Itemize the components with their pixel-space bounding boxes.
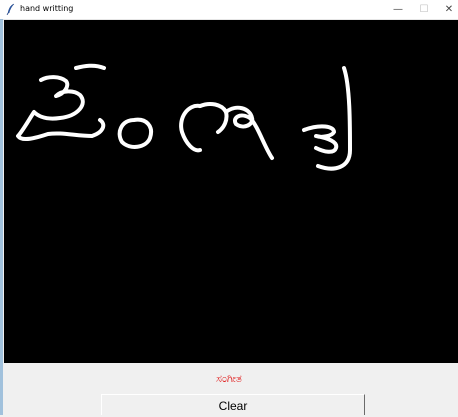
stroke-sa [16, 75, 106, 142]
title-bar[interactable]: hand writting — ☐ ✕ [0, 0, 458, 20]
clear-button[interactable]: Clear [101, 394, 365, 415]
feather-icon [6, 3, 15, 15]
recognized-text: ಸಂಗೀತ [216, 372, 242, 385]
window-edge [0, 19, 3, 415]
stroke-ta [302, 124, 339, 154]
window-title: hand writting [20, 4, 74, 13]
stroke-gii [179, 103, 202, 153]
maximize-icon: ☐ [419, 4, 429, 15]
close-icon: ✕ [444, 4, 454, 15]
stroke-ta-tail [316, 66, 352, 171]
minimize-button[interactable]: — [385, 0, 411, 19]
stroke-anusvara [117, 117, 153, 149]
app-window: hand writting — ☐ ✕ ಸಂಗೀತ Clear [0, 0, 458, 415]
minimize-icon: — [393, 4, 403, 15]
drawing-canvas[interactable] [4, 20, 458, 363]
stroke-gii-2 [198, 102, 229, 134]
stroke-sa-top [74, 63, 106, 70]
handwriting-strokes [16, 63, 352, 171]
close-button[interactable]: ✕ [436, 0, 458, 19]
stroke-gii-3 [224, 105, 274, 160]
maximize-button[interactable]: ☐ [411, 0, 437, 19]
